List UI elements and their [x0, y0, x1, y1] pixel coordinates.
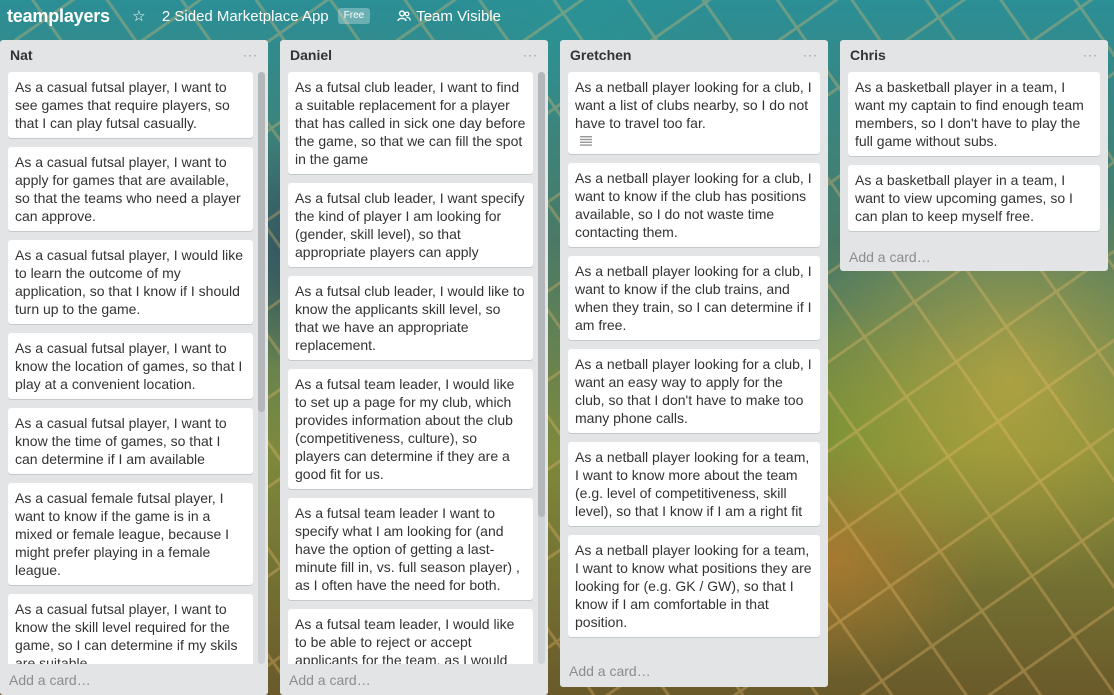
card-text: As a netball player looking for a club, … [575, 79, 812, 131]
list-scrollbar-thumb[interactable] [538, 72, 545, 517]
list-menu-button[interactable]: ··· [523, 48, 538, 62]
list-title[interactable]: Daniel [290, 47, 332, 63]
list-chris: Chris ··· As a basketball player in a te… [840, 40, 1108, 271]
card[interactable]: As a casual futsal player, I want to app… [8, 147, 253, 231]
add-card-button[interactable]: Add a card… [289, 672, 371, 688]
card[interactable]: As a futsal team leader, I would like to… [288, 609, 533, 664]
add-card-button[interactable]: Add a card… [849, 249, 931, 265]
board-title[interactable]: teamplayers [0, 6, 110, 27]
card[interactable]: As a netball player looking for a club, … [568, 72, 820, 154]
board-header: teamplayers ☆ 2 Sided Marketplace App Fr… [0, 0, 1114, 32]
card[interactable]: As a futsal club leader, I want to find … [288, 72, 533, 174]
card[interactable]: As a netball player looking for a team, … [568, 535, 820, 637]
card[interactable]: As a futsal team leader I want to specif… [288, 498, 533, 600]
card[interactable]: As a casual futsal player, I would like … [8, 240, 253, 324]
list-menu-button[interactable]: ··· [1083, 48, 1098, 62]
visibility-label: Team Visible [416, 7, 501, 25]
card[interactable]: As a futsal club leader, I want specify … [288, 183, 533, 267]
card[interactable]: As a casual futsal player, I want to kno… [8, 333, 253, 399]
card[interactable]: As a casual futsal player, I want to kno… [8, 594, 253, 664]
card[interactable]: As a futsal team leader, I would like to… [288, 369, 533, 489]
card[interactable]: As a futsal club leader, I would like to… [288, 276, 533, 360]
add-card-button[interactable]: Add a card… [9, 672, 91, 688]
card[interactable]: As a netball player looking for a team, … [568, 442, 820, 526]
list-scrollbar-thumb[interactable] [258, 72, 265, 412]
card[interactable]: As a casual female futsal player, I want… [8, 483, 253, 585]
list-menu-button[interactable]: ··· [243, 48, 258, 62]
card[interactable]: As a basketball player in a team, I want… [848, 165, 1100, 231]
description-icon [580, 136, 592, 146]
list-title[interactable]: Nat [10, 47, 33, 63]
card[interactable]: As a netball player looking for a club, … [568, 256, 820, 340]
list-gretchen: Gretchen ··· As a netball player looking… [560, 40, 828, 687]
list-daniel: Daniel ··· As a futsal club leader, I wa… [280, 40, 548, 695]
star-icon[interactable]: ☆ [129, 6, 149, 26]
plan-badge: Free [337, 8, 371, 24]
card[interactable]: As a casual futsal player, I want to see… [8, 72, 253, 138]
list-title[interactable]: Chris [850, 47, 886, 63]
add-card-button[interactable]: Add a card… [569, 663, 651, 679]
card[interactable]: As a netball player looking for a club, … [568, 163, 820, 247]
list-nat: Nat ··· As a casual futsal player, I wan… [0, 40, 268, 695]
list-title[interactable]: Gretchen [570, 47, 631, 63]
list-menu-button[interactable]: ··· [803, 48, 818, 62]
card[interactable]: As a netball player looking for a club, … [568, 349, 820, 433]
visibility-button[interactable]: Team Visible [397, 8, 501, 25]
team-name-link[interactable]: 2 Sided Marketplace App [162, 8, 329, 25]
team-visible-icon [397, 10, 412, 22]
card[interactable]: As a basketball player in a team, I want… [848, 72, 1100, 156]
card[interactable]: As a casual futsal player, I want to kno… [8, 408, 253, 474]
